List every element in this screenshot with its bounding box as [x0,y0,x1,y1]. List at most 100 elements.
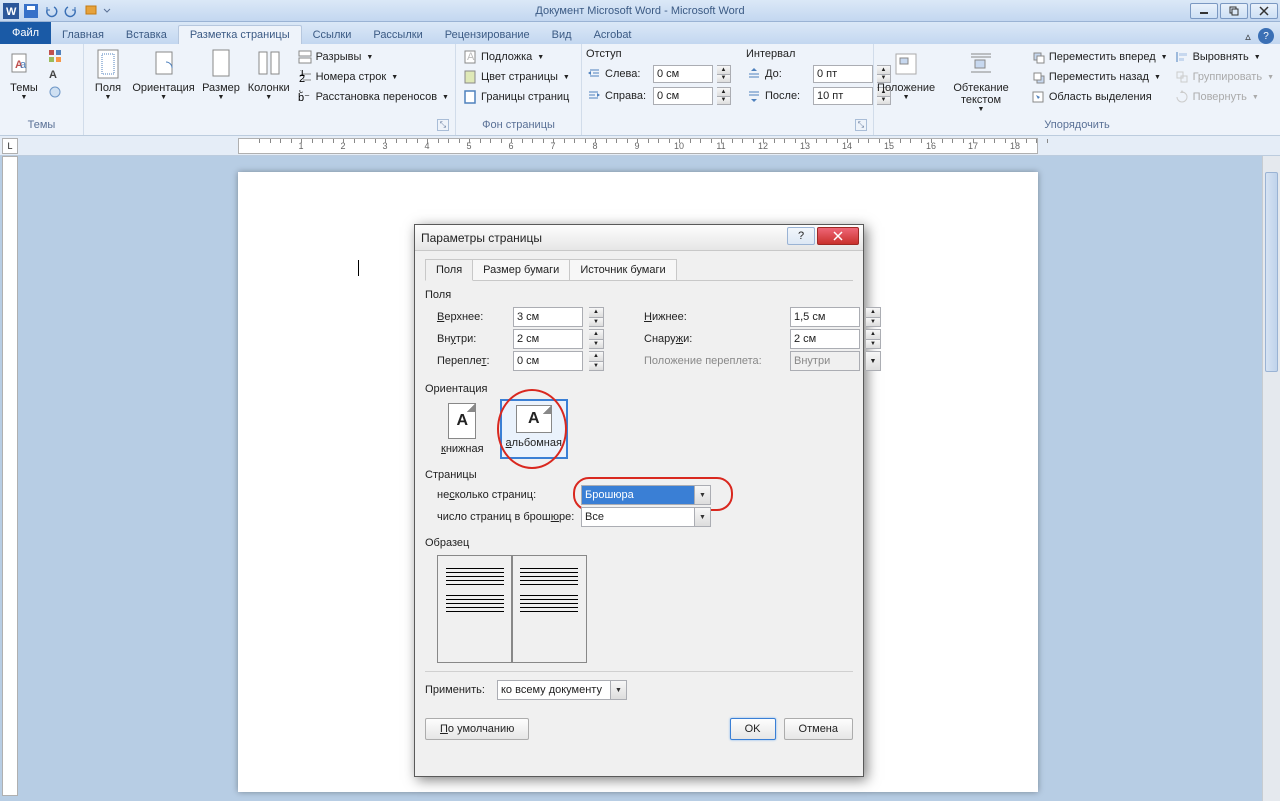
preview-box [437,555,587,663]
dialog-tab-paper[interactable]: Размер бумаги [472,259,570,281]
group-page-setup-label: ⤡ [88,131,451,133]
apply-to-select[interactable]: ко всему документу▼ [497,680,627,700]
hyphenation-icon: bͨ⁻ [297,89,313,105]
margin-outside-input[interactable]: 2 см [790,329,860,349]
tab-acrobat[interactable]: Acrobat [583,26,643,44]
indent-right-input[interactable]: 0 см [653,87,713,105]
space-after-icon [747,89,761,103]
position-icon [890,48,922,80]
hyphenation-button[interactable]: bͨ⁻Расстановка переносов▼ [295,88,451,106]
align-button[interactable]: Выровнять▼ [1172,48,1276,66]
help-icon[interactable]: ? [1258,28,1274,44]
tab-insert[interactable]: Вставка [115,26,178,44]
indent-left-icon [587,67,601,81]
tab-home[interactable]: Главная [51,26,115,44]
columns-button[interactable]: Колонки▼ [245,46,293,103]
undo-icon[interactable] [42,2,60,20]
orientation-portrait[interactable]: книжная [437,399,488,459]
default-button[interactable]: По умолчанию [425,718,529,740]
wrap-text-button[interactable]: Обтекание текстом▼ [936,46,1026,115]
space-before-input[interactable]: 0 пт [813,65,873,83]
dialog-help-button[interactable]: ? [787,227,815,245]
dialog-tabs: Поля Размер бумаги Источник бумаги [425,259,853,281]
minimize-ribbon-icon[interactable]: ▵ [1240,28,1256,44]
cancel-button[interactable]: Отмена [784,718,853,740]
themes-button[interactable]: Aa Темы ▼ [4,46,44,103]
save-icon[interactable] [22,2,40,20]
svg-text:bͨ⁻: bͨ⁻ [298,90,310,104]
annotation-circle-pages [573,477,733,511]
paragraph-dialog-launcher[interactable]: ⤡ [855,119,867,131]
margin-inside-spinner[interactable]: ▲▼ [589,329,604,349]
ribbon: Aa Темы ▼ A Темы Поля▼ Ориентация▼ Разме… [0,44,1280,136]
send-backward-icon [1030,69,1046,85]
theme-effects-icon[interactable] [46,84,64,100]
theme-fonts-icon[interactable]: A [46,66,64,82]
tab-references[interactable]: Ссылки [302,26,363,44]
group-page-bg-label: Фон страницы [460,119,577,133]
section-fields: Поля [425,289,853,301]
align-icon [1174,49,1190,65]
space-after-input[interactable]: 10 пт [813,87,873,105]
selection-pane-button[interactable]: Область выделения [1028,88,1170,106]
theme-colors-icon[interactable] [46,48,64,64]
file-tab[interactable]: Файл [0,22,51,44]
page-borders-icon [462,89,478,105]
sheets-per-booklet-select[interactable]: Все▼ [581,507,711,527]
selection-pane-icon [1030,89,1046,105]
tab-selector[interactable]: L [2,138,18,154]
orientation-button[interactable]: Ориентация▼ [130,46,197,103]
breaks-button[interactable]: Разрывы▼ [295,48,451,66]
size-button[interactable]: Размер▼ [199,46,243,103]
dialog-title: Параметры страницы [421,231,542,245]
maximize-button[interactable] [1220,3,1248,19]
watermark-button[interactable]: AПодложка▼ [460,48,572,66]
indent-left-input[interactable]: 0 см [653,65,713,83]
minimize-button[interactable] [1190,3,1218,19]
tab-page-layout[interactable]: Разметка страницы [178,25,302,44]
dialog-tab-margins[interactable]: Поля [425,259,473,281]
ok-button[interactable]: OK [730,718,776,740]
margins-button[interactable]: Поля▼ [88,46,128,103]
margin-bottom-input[interactable]: 1,5 см [790,307,860,327]
indent-left-spinner[interactable]: ▲▼ [717,65,731,83]
margin-top-spinner[interactable]: ▲▼ [589,307,604,327]
close-button[interactable] [1250,3,1278,19]
vertical-ruler[interactable] [2,156,18,796]
send-backward-button[interactable]: Переместить назад▼ [1028,68,1170,86]
position-button[interactable]: Положение▼ [878,46,934,103]
svg-text:A: A [467,51,475,63]
rotate-button[interactable]: Повернуть▼ [1172,88,1276,106]
qat-dropdown-icon[interactable] [102,2,112,20]
qat-customize-icon[interactable] [82,2,100,20]
margin-outside-spinner[interactable]: ▲▼ [866,329,881,349]
redo-icon[interactable] [62,2,80,20]
gutter-spinner[interactable]: ▲▼ [589,351,604,371]
vertical-scrollbar[interactable] [1262,156,1280,801]
line-numbers-icon: 12 [297,69,313,85]
page-setup-dialog-launcher[interactable]: ⤡ [437,119,449,131]
group-button[interactable]: Группировать▼ [1172,68,1276,86]
margins-icon [92,48,124,80]
portrait-icon [448,403,476,439]
page-color-button[interactable]: Цвет страницы▼ [460,68,572,86]
group-themes-label: Темы [4,119,79,133]
rotate-icon [1174,89,1190,105]
dialog-titlebar[interactable]: Параметры страницы ? [415,225,863,251]
page-borders-button[interactable]: Границы страниц [460,88,572,106]
dialog-tab-source[interactable]: Источник бумаги [569,259,676,281]
tab-view[interactable]: Вид [541,26,583,44]
gutter-input[interactable]: 0 см [513,351,583,371]
tab-review[interactable]: Рецензирование [434,26,541,44]
line-numbers-button[interactable]: 12Номера строк▼ [295,68,451,86]
horizontal-ruler[interactable]: 123456789101112131415161718 [238,138,1038,154]
margin-top-input[interactable]: 3 см [513,307,583,327]
dialog-close-button[interactable] [817,227,859,245]
page-color-icon [462,69,478,85]
indent-right-spinner[interactable]: ▲▼ [717,87,731,105]
scroll-thumb[interactable] [1265,172,1278,372]
margin-inside-input[interactable]: 2 см [513,329,583,349]
margin-bottom-spinner[interactable]: ▲▼ [866,307,881,327]
bring-forward-button[interactable]: Переместить вперед▼ [1028,48,1170,66]
tab-mailings[interactable]: Рассылки [362,26,433,44]
